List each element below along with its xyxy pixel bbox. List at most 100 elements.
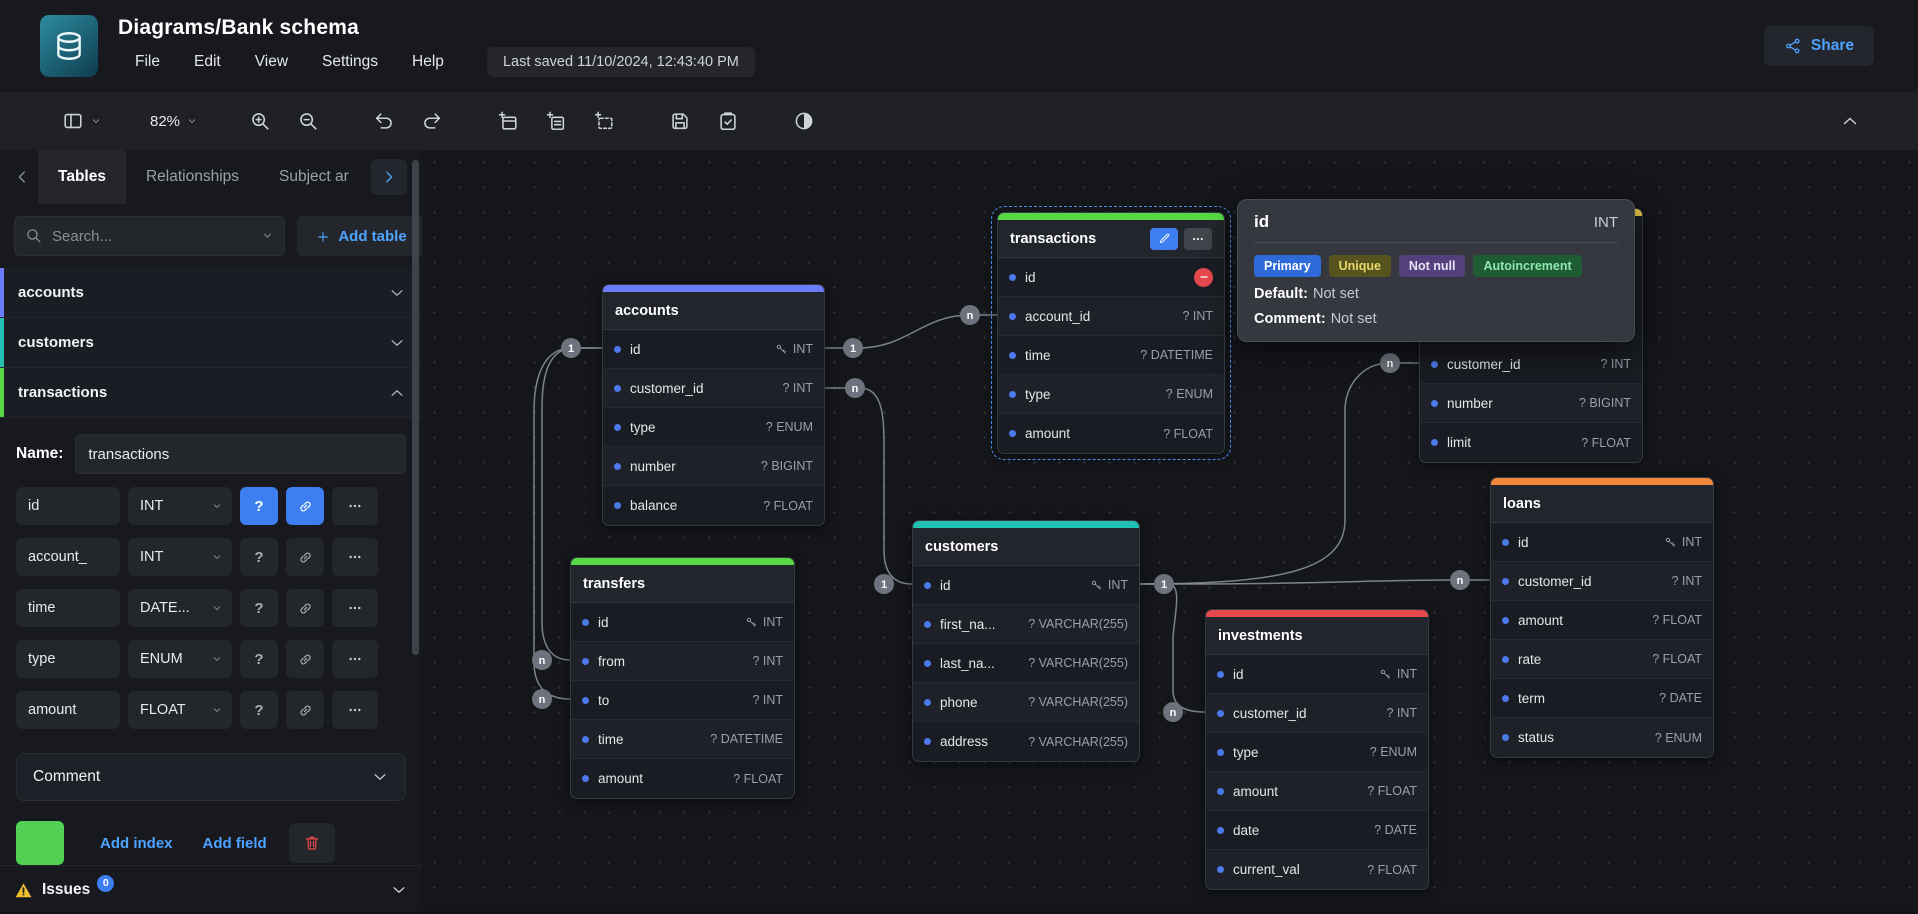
add-table-button[interactable]: Add table [297, 216, 425, 256]
diagram-table-transactions[interactable]: transactionsidaccount_id? INTtime? DATET… [997, 212, 1225, 454]
table-field-row[interactable]: status? ENUM [1491, 718, 1713, 757]
field-name-button[interactable]: amount [16, 691, 120, 729]
add-index-button[interactable]: Add index [94, 827, 179, 860]
field-more-button[interactable] [332, 487, 378, 525]
sidebar-item-accounts[interactable]: accounts [0, 268, 422, 318]
diagram-table-transfers[interactable]: transfersidINTfrom? INTto? INTtime? DATE… [570, 557, 795, 799]
table-field-row[interactable]: rate? FLOAT [1491, 640, 1713, 679]
tabs-scroll-right-button[interactable] [371, 159, 407, 195]
field-link-button[interactable] [286, 640, 324, 678]
menu-view[interactable]: View [238, 48, 305, 76]
table-field-row[interactable]: balance? FLOAT [603, 486, 824, 525]
table-field-row[interactable]: amount? FLOAT [1206, 772, 1428, 811]
field-type-select[interactable]: ENUM [128, 640, 232, 678]
field-name-button[interactable]: account_ [16, 538, 120, 576]
table-field-row[interactable]: type? ENUM [603, 408, 824, 447]
search-input-wrap[interactable] [14, 216, 285, 256]
table-field-row[interactable]: amount? FLOAT [998, 414, 1224, 453]
menu-settings[interactable]: Settings [305, 48, 395, 76]
field-type-select[interactable]: FLOAT [128, 691, 232, 729]
table-field-row[interactable]: amount? FLOAT [1491, 601, 1713, 640]
toolbar-undo-button[interactable] [364, 101, 404, 141]
field-name-button[interactable]: id [16, 487, 120, 525]
field-name-button[interactable]: type [16, 640, 120, 678]
table-field-row[interactable]: type? ENUM [998, 375, 1224, 414]
toolbar-theme-button[interactable] [784, 101, 824, 141]
table-header[interactable]: customers [913, 528, 1139, 566]
toolbar-layout-button[interactable] [56, 101, 108, 141]
tab-subject-ar[interactable]: Subject ar [259, 150, 369, 204]
diagram-table-loans[interactable]: loansidINTcustomer_id? INTamount? FLOATr… [1490, 477, 1714, 758]
issues-bar[interactable]: Issues 0 [0, 865, 422, 914]
table-field-row[interactable]: idINT [913, 566, 1139, 605]
table-field-row[interactable]: number? BIGINT [603, 447, 824, 486]
field-link-button[interactable] [286, 487, 324, 525]
table-field-row[interactable]: limit? FLOAT [1420, 423, 1642, 462]
table-field-row[interactable]: customer_id? INT [1206, 694, 1428, 733]
sidebar-item-transactions[interactable]: transactions [0, 368, 422, 418]
field-type-select[interactable]: INT [128, 487, 232, 525]
tabs-scroll-left-button[interactable] [6, 159, 38, 195]
sidebar-scrollbar[interactable] [412, 160, 419, 655]
table-field-row[interactable]: phone? VARCHAR(255) [913, 683, 1139, 722]
table-field-row[interactable]: first_na...? VARCHAR(255) [913, 605, 1139, 644]
table-field-row[interactable]: customer_id? INT [1491, 562, 1713, 601]
toolbar-zoom-out-button[interactable] [288, 101, 328, 141]
share-button[interactable]: Share [1764, 26, 1874, 66]
delete-table-button[interactable] [289, 823, 335, 863]
field-name-button[interactable]: time [16, 589, 120, 627]
table-field-row[interactable]: current_val? FLOAT [1206, 850, 1428, 889]
table-field-row[interactable]: idINT [571, 603, 794, 642]
table-header[interactable]: investments [1206, 617, 1428, 655]
table-field-row[interactable]: last_na...? VARCHAR(255) [913, 644, 1139, 683]
table-field-row[interactable]: idINT [1491, 523, 1713, 562]
table-field-row[interactable]: term? DATE [1491, 679, 1713, 718]
tab-relationships[interactable]: Relationships [126, 150, 259, 204]
field-nullable-toggle[interactable]: ? [240, 487, 278, 525]
comment-section[interactable]: Comment [16, 753, 406, 801]
table-field-row[interactable]: idINT [1206, 655, 1428, 694]
edit-table-button[interactable] [1150, 228, 1178, 250]
table-field-row[interactable]: idINT [603, 330, 824, 369]
field-more-button[interactable] [332, 640, 378, 678]
table-field-row[interactable]: account_id? INT [998, 297, 1224, 336]
table-field-row[interactable]: customer_id? INT [603, 369, 824, 408]
menu-help[interactable]: Help [395, 48, 461, 76]
field-link-button[interactable] [286, 589, 324, 627]
field-nullable-toggle[interactable]: ? [240, 589, 278, 627]
field-type-select[interactable]: INT [128, 538, 232, 576]
field-nullable-toggle[interactable]: ? [240, 538, 278, 576]
field-more-button[interactable] [332, 691, 378, 729]
toolbar-redo-button[interactable] [412, 101, 452, 141]
table-color-swatch[interactable] [16, 821, 64, 865]
table-field-row[interactable]: date? DATE [1206, 811, 1428, 850]
app-logo[interactable] [40, 15, 98, 77]
sidebar-item-customers[interactable]: customers [0, 318, 422, 368]
table-field-row[interactable]: time? DATETIME [571, 720, 794, 759]
field-link-button[interactable] [286, 691, 324, 729]
toolbar-todo-button[interactable] [708, 101, 748, 141]
table-more-button[interactable] [1184, 228, 1212, 250]
search-input[interactable] [50, 227, 253, 246]
table-field-row[interactable]: from? INT [571, 642, 794, 681]
delete-field-button[interactable] [1194, 268, 1213, 287]
field-nullable-toggle[interactable]: ? [240, 691, 278, 729]
menu-file[interactable]: File [118, 48, 177, 76]
tab-tables[interactable]: Tables [38, 150, 126, 204]
toolbar-zoom-in-button[interactable] [240, 101, 280, 141]
table-field-row[interactable]: to? INT [571, 681, 794, 720]
field-link-button[interactable] [286, 538, 324, 576]
table-field-row[interactable]: time? DATETIME [998, 336, 1224, 375]
field-more-button[interactable] [332, 589, 378, 627]
toolbar-zoom-level-button[interactable]: 82% [144, 101, 204, 141]
toolbar-add-area-button[interactable] [584, 101, 624, 141]
table-field-row[interactable]: id [998, 258, 1224, 297]
table-header[interactable]: accounts [603, 292, 824, 330]
field-more-button[interactable] [332, 538, 378, 576]
toolbar-save-button[interactable] [660, 101, 700, 141]
diagram-table-investments[interactable]: investmentsidINTcustomer_id? INTtype? EN… [1205, 609, 1429, 890]
table-field-row[interactable]: type? ENUM [1206, 733, 1428, 772]
field-type-select[interactable]: DATE... [128, 589, 232, 627]
diagram-table-accounts[interactable]: accountsidINTcustomer_id? INTtype? ENUMn… [602, 284, 825, 526]
add-field-button[interactable]: Add field [197, 827, 273, 860]
